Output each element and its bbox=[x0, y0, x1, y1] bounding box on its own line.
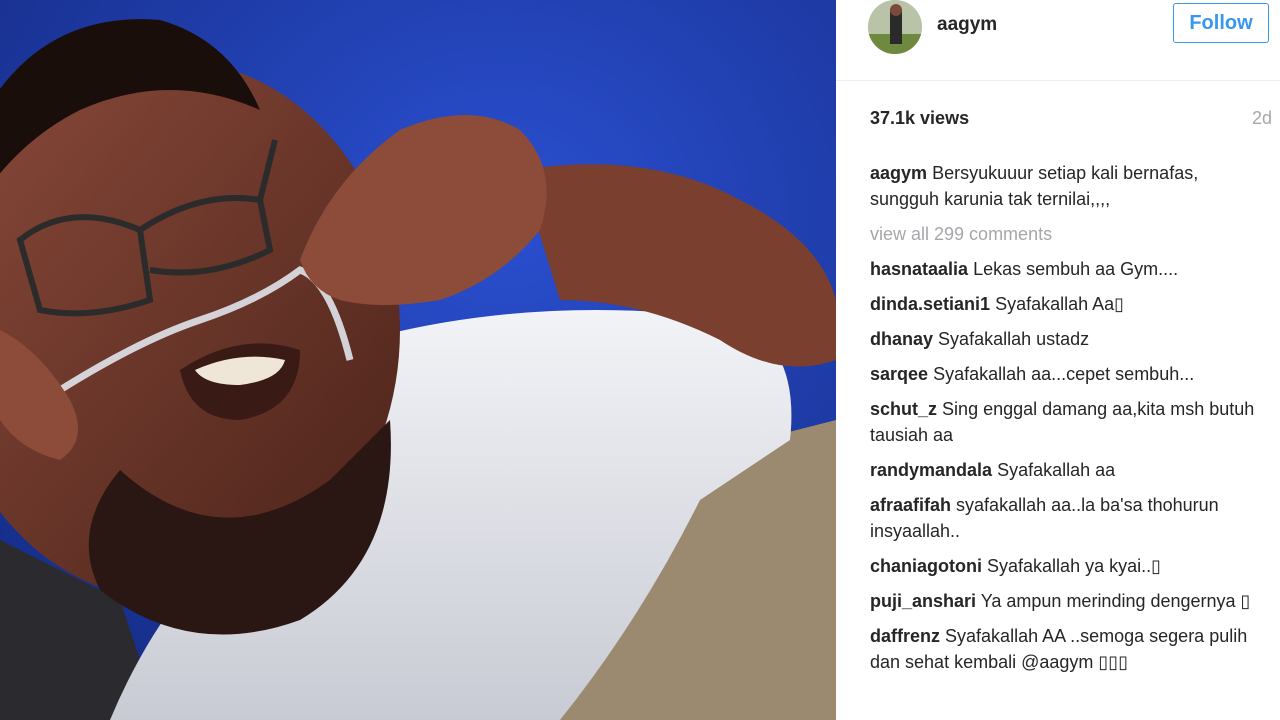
comment-username[interactable]: dhanay bbox=[870, 329, 933, 349]
comment-username[interactable]: chaniagotoni bbox=[870, 556, 982, 576]
comment-item: afraafifah syafakallah aa..la ba'sa thoh… bbox=[870, 492, 1262, 544]
post-caption: aagym Bersyukuuur setiap kali bernafas, … bbox=[870, 160, 1262, 212]
comment-text: Ya ampun merinding dengernya ▯ bbox=[980, 591, 1251, 611]
comment-item: dinda.setiani1 Syafakallah Aa▯ bbox=[870, 291, 1262, 317]
post-header: aagym Follow bbox=[836, 0, 1280, 81]
comment-item: puji_anshari Ya ampun merinding dengerny… bbox=[870, 588, 1262, 614]
comment-text: Syafakallah aa...cepet sembuh... bbox=[933, 364, 1195, 384]
avatar-image bbox=[868, 0, 922, 54]
comment-text: Syafakallah ya kyai..▯ bbox=[987, 556, 1162, 576]
post-photo[interactable] bbox=[0, 0, 836, 720]
comment-item: chaniagotoni Syafakallah ya kyai..▯ bbox=[870, 553, 1262, 579]
comments-section: aagym Bersyukuuur setiap kali bernafas, … bbox=[870, 160, 1262, 684]
comment-item: hasnataalia Lekas sembuh aa Gym.... bbox=[870, 256, 1262, 282]
view-count: 37.1k views bbox=[870, 108, 970, 128]
comment-list: hasnataalia Lekas sembuh aa Gym.... dinda… bbox=[870, 256, 1262, 675]
comment-item: dhanay Syafakallah ustadz bbox=[870, 326, 1262, 352]
view-all-comments-link[interactable]: view all 299 comments bbox=[870, 221, 1262, 247]
follow-button[interactable]: Follow bbox=[1173, 3, 1269, 43]
comment-username[interactable]: schut_z bbox=[870, 399, 937, 419]
post-username[interactable]: aagym bbox=[937, 14, 997, 36]
comment-text: Syafakallah ustadz bbox=[938, 329, 1090, 349]
caption-username[interactable]: aagym bbox=[870, 163, 927, 183]
comment-item: sarqee Syafakallah aa...cepet sembuh... bbox=[870, 361, 1262, 387]
comment-username[interactable]: afraafifah bbox=[870, 495, 951, 515]
post-age[interactable]: 2d bbox=[1252, 108, 1272, 129]
post-stats: 37.1k views 2d bbox=[870, 108, 1272, 134]
comment-username[interactable]: dinda.setiani1 bbox=[870, 294, 990, 314]
avatar[interactable] bbox=[868, 0, 922, 54]
comment-username[interactable]: hasnataalia bbox=[870, 259, 968, 279]
comment-item: daffrenz Syafakallah AA ..semoga segera … bbox=[870, 623, 1262, 675]
post-details-panel: aagym Follow 37.1k views 2d aagym Bersyu… bbox=[836, 0, 1280, 720]
selfie-photo-illustration bbox=[0, 0, 836, 720]
comment-username[interactable]: randymandala bbox=[870, 460, 992, 480]
comment-username[interactable]: sarqee bbox=[870, 364, 928, 384]
comment-username[interactable]: daffrenz bbox=[870, 626, 940, 646]
comment-username[interactable]: puji_anshari bbox=[870, 591, 976, 611]
comment-text: Lekas sembuh aa Gym.... bbox=[973, 259, 1179, 279]
comment-text: Syafakallah aa bbox=[997, 460, 1116, 480]
comment-item: randymandala Syafakallah aa bbox=[870, 457, 1262, 483]
comment-item: schut_z Sing enggal damang aa,kita msh b… bbox=[870, 396, 1262, 448]
comment-text: Syafakallah Aa▯ bbox=[995, 294, 1125, 314]
